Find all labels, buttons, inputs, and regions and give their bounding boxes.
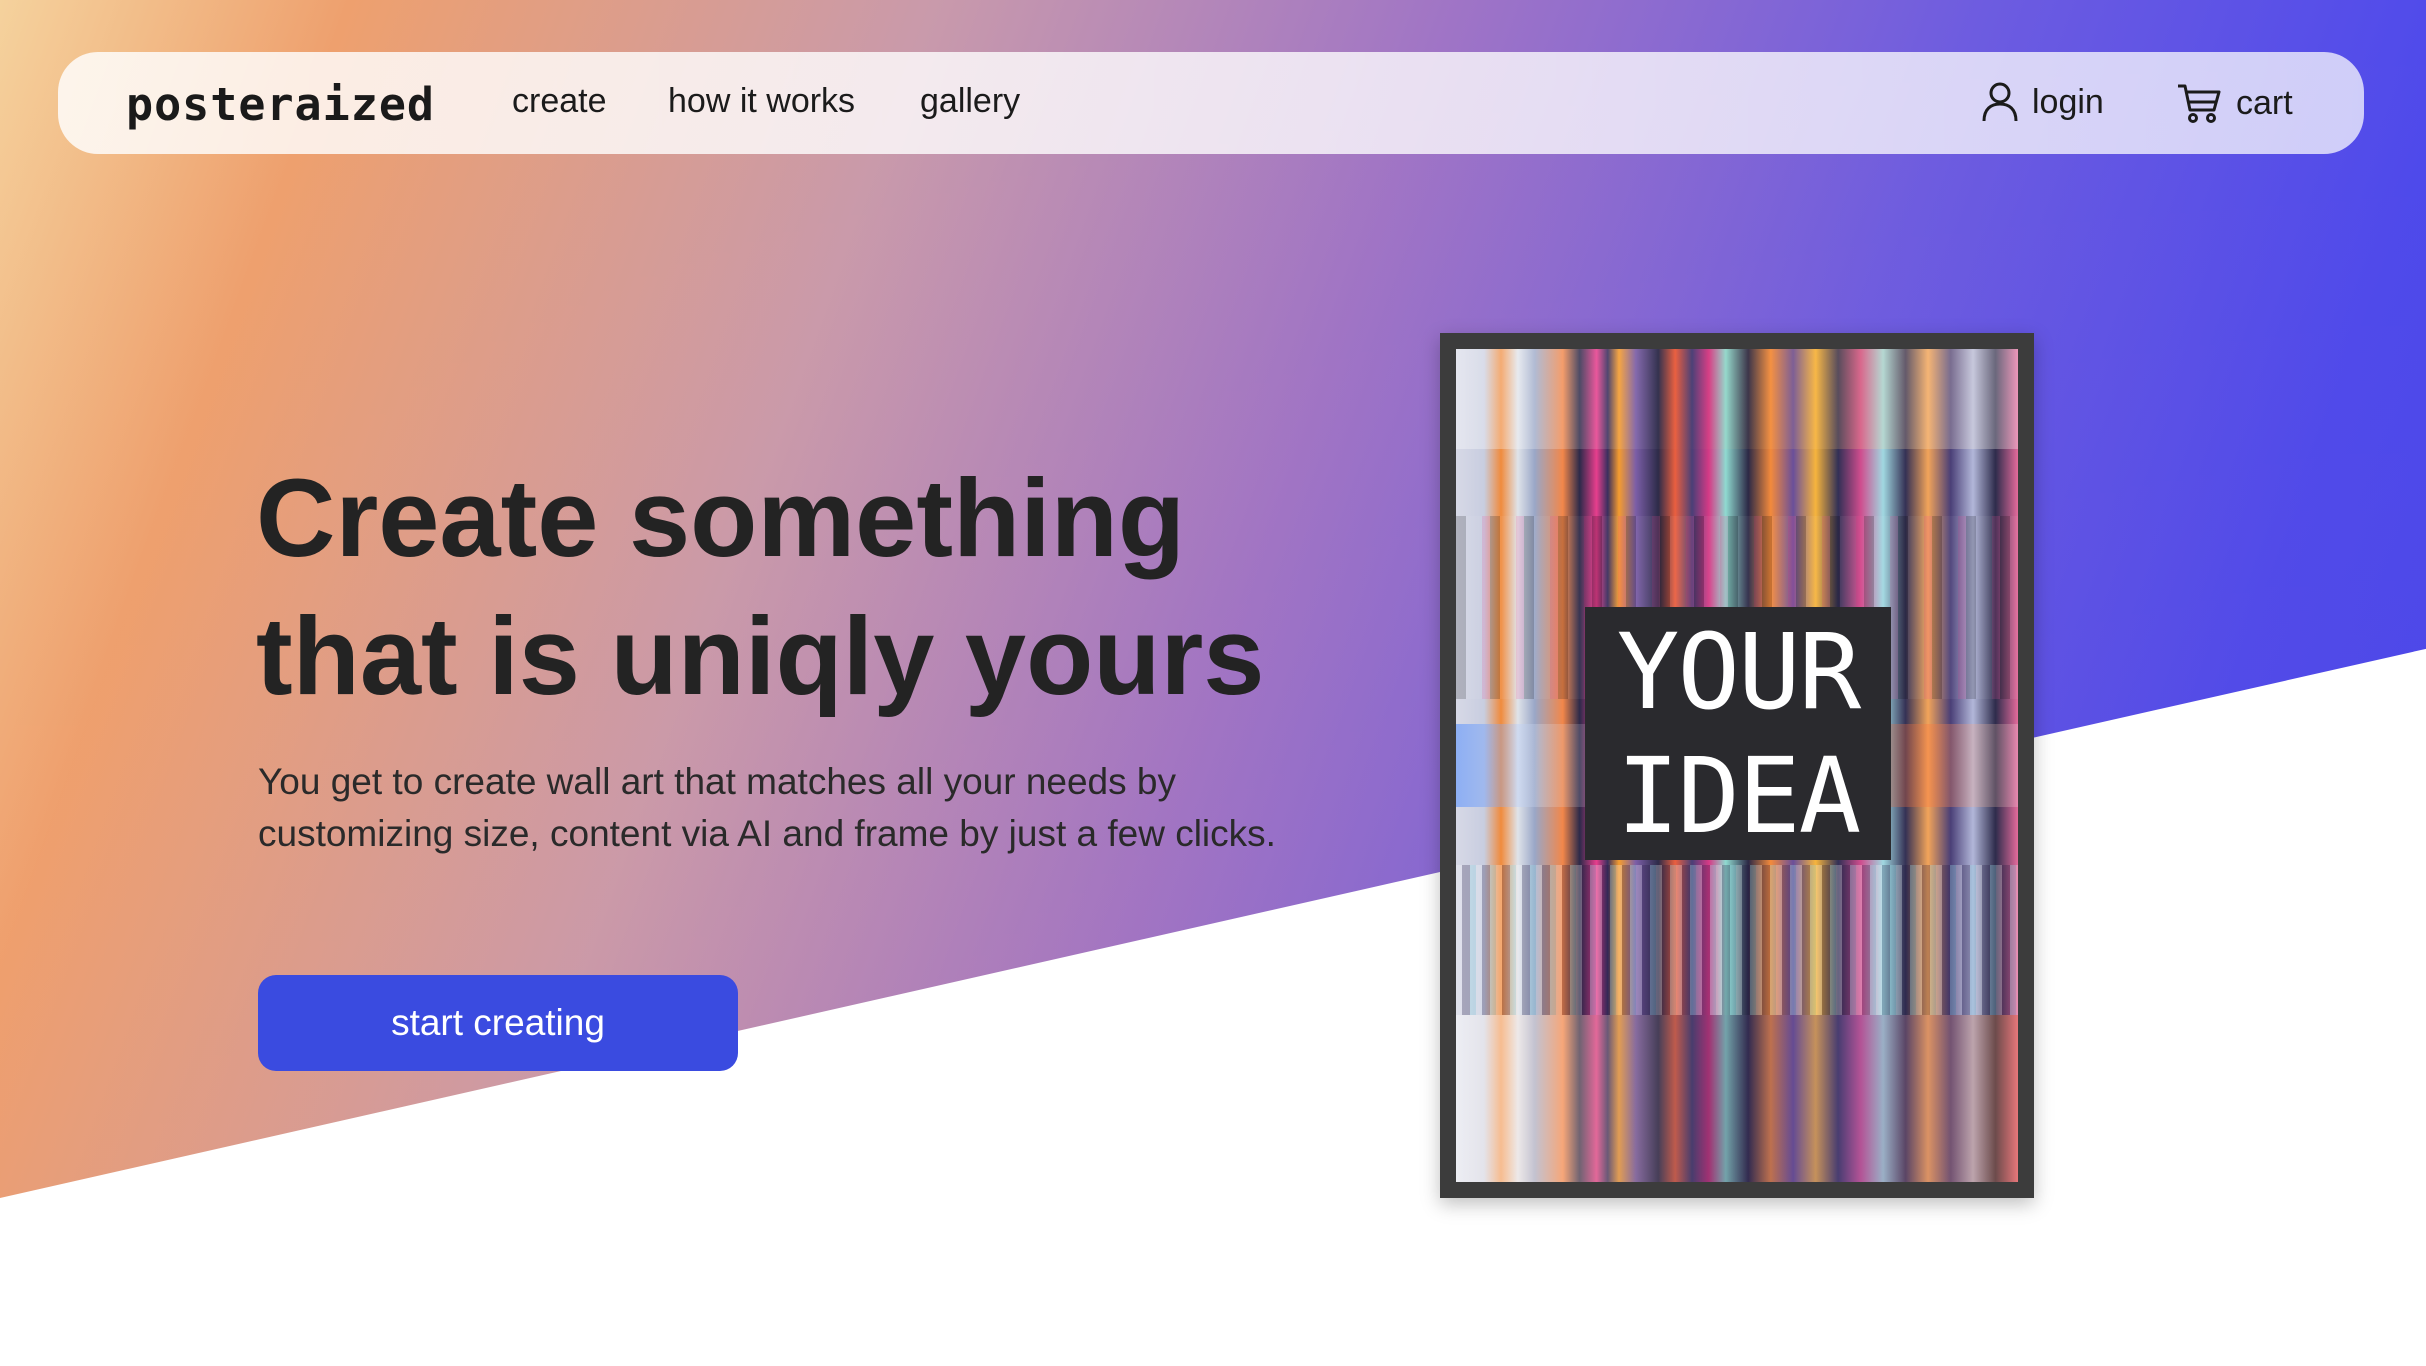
hero-headline: Create something that is uniqly yours xyxy=(256,450,1356,726)
cart-icon xyxy=(2176,82,2222,124)
user-icon xyxy=(1982,82,2018,122)
logo[interactable]: posteraized xyxy=(126,78,435,131)
poster-artwork: YOUR IDEA xyxy=(1456,349,2018,1182)
login-label: login xyxy=(2032,82,2104,121)
poster-text-line-1: YOUR xyxy=(1616,610,1861,733)
nav-link-how-it-works[interactable]: how it works xyxy=(668,82,855,121)
landing-page: posteraized create how it works gallery … xyxy=(0,0,2426,1366)
hero-subtext-line-2: customizing size, content via AI and fra… xyxy=(258,813,1276,854)
cart-button[interactable]: cart xyxy=(2176,82,2293,124)
glitch-band xyxy=(1456,865,2018,1016)
glitch-band xyxy=(1456,349,2018,449)
glitch-band xyxy=(1456,1015,2018,1182)
poster-text-line-2: IDEA xyxy=(1616,734,1861,857)
cart-label: cart xyxy=(2236,83,2293,122)
start-creating-button[interactable]: start creating xyxy=(258,975,738,1071)
login-button[interactable]: login xyxy=(1982,82,2104,122)
nav-link-create[interactable]: create xyxy=(512,82,607,121)
hero-headline-line-1: Create something xyxy=(256,457,1186,580)
hero-headline-line-2: that is uniqly yours xyxy=(256,595,1265,718)
top-navbar: posteraized create how it works gallery … xyxy=(58,52,2364,154)
hero-subtext-line-1: You get to create wall art that matches … xyxy=(258,761,1176,802)
nav-link-gallery[interactable]: gallery xyxy=(920,82,1020,121)
poster-preview-frame: YOUR IDEA xyxy=(1440,333,2034,1198)
poster-text-label: YOUR IDEA xyxy=(1585,607,1891,860)
hero-subtext: You get to create wall art that matches … xyxy=(258,756,1358,860)
